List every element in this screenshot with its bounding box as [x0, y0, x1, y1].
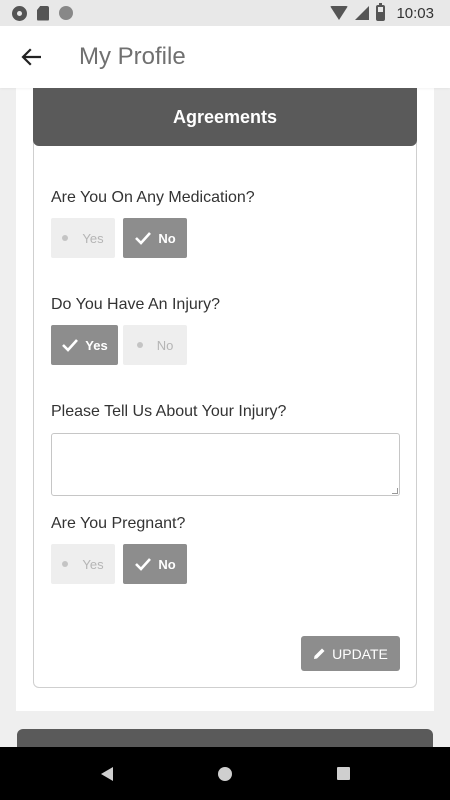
back-button[interactable]: [0, 26, 62, 88]
pregnant-yes-toggle[interactable]: Yes: [51, 544, 115, 584]
injury-details-textarea[interactable]: [51, 433, 400, 496]
agreements-panel: [33, 88, 417, 688]
pregnant-no-label: No: [158, 556, 176, 572]
page-title: My Profile: [79, 43, 186, 70]
pregnant-question: Are You Pregnant?: [51, 515, 186, 532]
update-button[interactable]: UPDATE: [301, 636, 400, 671]
circle-icon: [59, 6, 73, 20]
dot-icon: [136, 342, 143, 348]
arrow-left-icon: [21, 48, 41, 66]
check-icon: [135, 232, 152, 245]
injury-yes-toggle[interactable]: Yes: [51, 325, 118, 365]
gear-icon: [12, 5, 27, 21]
check-icon: [62, 339, 79, 352]
pregnant-no-toggle[interactable]: No: [123, 544, 187, 584]
medication-no-toggle[interactable]: No: [123, 218, 187, 258]
agreements-title: Agreements: [172, 106, 278, 127]
agreements-header: Agreements: [33, 88, 417, 146]
nav-bar: [0, 747, 450, 800]
injury-question: Do You Have An Injury?: [51, 296, 221, 313]
check-icon: [135, 558, 152, 571]
nav-recents-icon[interactable]: [336, 767, 350, 780]
medication-question: Are You On Any Medication?: [51, 189, 255, 206]
medication-no-label: No: [158, 230, 176, 246]
dot-icon: [62, 235, 69, 241]
status-bar: 10:03: [0, 0, 450, 26]
sdcard-icon: [37, 5, 49, 21]
injury-no-label: No: [156, 337, 174, 353]
dot-icon: [62, 561, 69, 567]
injury-yes-label: Yes: [85, 337, 108, 353]
battery-icon: [376, 3, 386, 21]
status-bar-left: [12, 0, 73, 26]
update-label: UPDATE: [332, 645, 388, 662]
nav-back-icon[interactable]: [100, 766, 113, 781]
signal-icon: [355, 6, 370, 20]
medication-yes-label: Yes: [82, 230, 104, 246]
status-bar-right: 10:03: [330, 0, 434, 26]
wifi-icon: [330, 6, 349, 20]
nav-home-icon[interactable]: [217, 766, 232, 781]
status-time: 10:03: [396, 4, 434, 22]
pregnant-yes-label: Yes: [82, 556, 104, 572]
medication-yes-toggle[interactable]: Yes: [51, 218, 115, 258]
resize-grip-icon[interactable]: [392, 488, 398, 494]
injury-details-question: Please Tell Us About Your Injury?: [51, 403, 287, 420]
app-bar: My Profile: [0, 26, 450, 88]
injury-no-toggle[interactable]: No: [123, 325, 187, 365]
pencil-icon: [314, 648, 325, 659]
